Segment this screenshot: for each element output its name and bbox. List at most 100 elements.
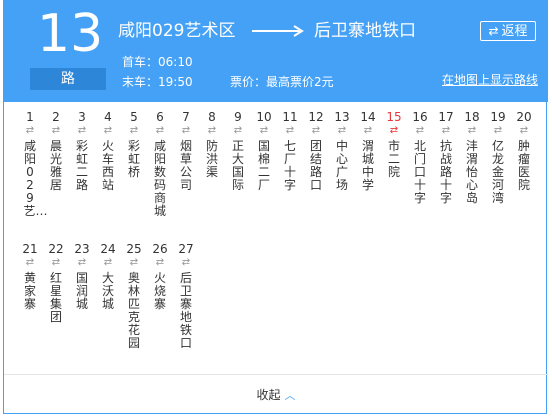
stop-item[interactable]: 19 ⇄ 亿龙金河湾 xyxy=(486,110,510,205)
stop-item[interactable]: 3 ⇄ 彩虹二路 xyxy=(70,110,94,192)
first-bus-time: 首车：06:10 xyxy=(122,55,193,69)
stop-item[interactable]: 6 ⇄ 咸阳数码商城 xyxy=(148,110,172,218)
stop-number: 6 xyxy=(156,110,164,124)
stop-number: 12 xyxy=(308,110,324,124)
direction-to: 后卫寨地铁口 xyxy=(314,21,416,41)
show-on-map-link[interactable]: 在地图上显示路线 xyxy=(442,72,538,88)
stop-name: 防洪渠 xyxy=(205,139,218,179)
stop-item[interactable]: 8 ⇄ 防洪渠 xyxy=(200,110,224,179)
stop-list: 1 ⇄ 咸阳029艺… 2 ⇄ 晨光雅居 3 ⇄ 彩虹二路 4 ⇄ 火车西站 5 ⇄ 彩虹桥 6 ⇄ 咸阳数码商城… xyxy=(4,110,548,370)
stop-number: 8 xyxy=(208,110,216,124)
stop-item[interactable]: 12 ⇄ 团结路口 xyxy=(304,110,328,192)
stop-item[interactable]: 7 ⇄ 烟草公司 xyxy=(174,110,198,192)
stop-item[interactable]: 20 ⇄ 肿瘤医院 xyxy=(512,110,536,192)
reverse-label: 返程 xyxy=(501,24,528,39)
stop-name: 国棉二厂 xyxy=(257,139,270,192)
right-arrow-icon xyxy=(252,25,304,37)
stop-number: 15 xyxy=(386,110,402,124)
stop-item[interactable]: 17 ⇄ 抗战路十字 xyxy=(434,110,458,205)
stop-number: 14 xyxy=(360,110,376,124)
stop-name: 彩虹二路 xyxy=(75,139,88,192)
bidirectional-arrow-icon: ⇄ xyxy=(129,125,139,136)
bidirectional-arrow-icon: ⇄ xyxy=(415,125,425,136)
stop-name: 火烧寨 xyxy=(153,271,166,311)
stop-name: 团结路口 xyxy=(309,139,322,192)
stop-name: 奥林匹克花园 xyxy=(127,271,140,350)
collapse-button[interactable]: 收起 ︿ xyxy=(4,385,548,406)
bidirectional-arrow-icon: ⇄ xyxy=(155,125,165,136)
stop-name: 渭城中学 xyxy=(361,139,374,192)
direction-from: 咸阳029艺术区 xyxy=(118,21,236,41)
stop-item[interactable]: 23 ⇄ 国润城 xyxy=(70,242,94,311)
bidirectional-arrow-icon: ⇄ xyxy=(103,125,113,136)
reverse-direction-button[interactable]: ⇄ 返程 xyxy=(480,21,536,41)
bidirectional-arrow-icon: ⇄ xyxy=(467,125,477,136)
stop-item[interactable]: 1 ⇄ 咸阳029艺… xyxy=(18,110,48,218)
bidirectional-arrow-icon: ⇄ xyxy=(337,125,347,136)
stop-number: 17 xyxy=(438,110,454,124)
bidirectional-arrow-icon: ⇄ xyxy=(129,257,139,268)
bus-route-card: 13 路 咸阳029艺术区 后卫寨地铁口 ⇄ 返程 首车：06:10 末车：19:… xyxy=(3,0,548,414)
stop-item[interactable]: 22 ⇄ 红星集团 xyxy=(44,242,68,324)
stop-name: 火车西站 xyxy=(101,139,114,192)
stop-name: 烟草公司 xyxy=(179,139,192,192)
stop-name: 中心广场 xyxy=(335,139,348,192)
stop-item[interactable]: 9 ⇄ 正大国际 xyxy=(226,110,250,192)
stop-number: 19 xyxy=(490,110,506,124)
stop-item[interactable]: 13 ⇄ 中心广场 xyxy=(330,110,354,192)
stop-item[interactable]: 16 ⇄ 北门口十字 xyxy=(408,110,432,205)
stop-item[interactable]: 5 ⇄ 彩虹桥 xyxy=(122,110,146,179)
stop-name: 大沃城 xyxy=(101,271,114,311)
stop-name: 黄家寨 xyxy=(23,271,36,311)
bidirectional-arrow-icon: ⇄ xyxy=(363,125,373,136)
stop-name: 彩虹桥 xyxy=(127,139,140,179)
stop-item[interactable]: 2 ⇄ 晨光雅居 xyxy=(44,110,68,192)
stop-name: 红星集团 xyxy=(49,271,62,324)
stop-name: 沣渭怡心岛 xyxy=(465,139,478,205)
bidirectional-arrow-icon: ⇄ xyxy=(233,125,243,136)
bidirectional-arrow-icon: ⇄ xyxy=(519,125,529,136)
stop-name: 肿瘤医院 xyxy=(517,139,530,192)
stop-item[interactable]: 14 ⇄ 渭城中学 xyxy=(356,110,380,192)
fare-info: 票价：最高票价2元 xyxy=(230,75,334,89)
stop-number: 10 xyxy=(256,110,272,124)
bidirectional-arrow-icon: ⇄ xyxy=(51,125,61,136)
stop-item[interactable]: 15 ⇄ 市二院 xyxy=(382,110,406,179)
stop-number: 27 xyxy=(178,242,194,256)
bidirectional-arrow-icon: ⇄ xyxy=(155,257,165,268)
stop-item[interactable]: 21 ⇄ 黄家寨 xyxy=(18,242,42,311)
stop-name: 七厂十字 xyxy=(283,139,296,192)
stop-number: 16 xyxy=(412,110,428,124)
stop-name: 抗战路十字 xyxy=(439,139,452,205)
stop-item[interactable]: 24 ⇄ 大沃城 xyxy=(96,242,120,311)
stop-name: 晨光雅居 xyxy=(49,139,62,192)
stop-number: 4 xyxy=(104,110,112,124)
stop-item[interactable]: 11 ⇄ 七厂十字 xyxy=(278,110,302,192)
stop-number: 22 xyxy=(48,242,64,256)
stop-number: 26 xyxy=(152,242,168,256)
stop-number: 20 xyxy=(516,110,532,124)
stop-item[interactable]: 27 ⇄ 后卫寨地铁口 xyxy=(174,242,198,350)
stop-name: 咸阳数码商城 xyxy=(153,139,166,218)
stop-number: 11 xyxy=(282,110,298,124)
last-bus-time: 末车：19:50 xyxy=(122,75,193,89)
bidirectional-arrow-icon: ⇄ xyxy=(493,125,503,136)
stop-number: 21 xyxy=(22,242,38,256)
stop-number: 5 xyxy=(130,110,138,124)
stop-name: 正大国际 xyxy=(231,139,244,192)
stop-item[interactable]: 18 ⇄ 沣渭怡心岛 xyxy=(460,110,484,205)
stop-name: 亿龙金河湾 xyxy=(491,139,504,205)
stop-number: 3 xyxy=(78,110,86,124)
bidirectional-arrow-icon: ⇄ xyxy=(25,257,35,268)
bidirectional-arrow-icon: ⇄ xyxy=(25,125,35,136)
bidirectional-arrow-icon: ⇄ xyxy=(441,125,451,136)
stop-item[interactable]: 10 ⇄ 国棉二厂 xyxy=(252,110,276,192)
stop-name: 市二院 xyxy=(387,139,400,179)
stop-item[interactable]: 26 ⇄ 火烧寨 xyxy=(148,242,172,311)
swap-arrows-icon: ⇄ xyxy=(488,24,499,38)
bidirectional-arrow-icon: ⇄ xyxy=(389,125,399,136)
stop-item[interactable]: 4 ⇄ 火车西站 xyxy=(96,110,120,192)
stop-name: 国润城 xyxy=(75,271,88,311)
stop-item[interactable]: 25 ⇄ 奥林匹克花园 xyxy=(122,242,146,350)
stop-number: 18 xyxy=(464,110,480,124)
